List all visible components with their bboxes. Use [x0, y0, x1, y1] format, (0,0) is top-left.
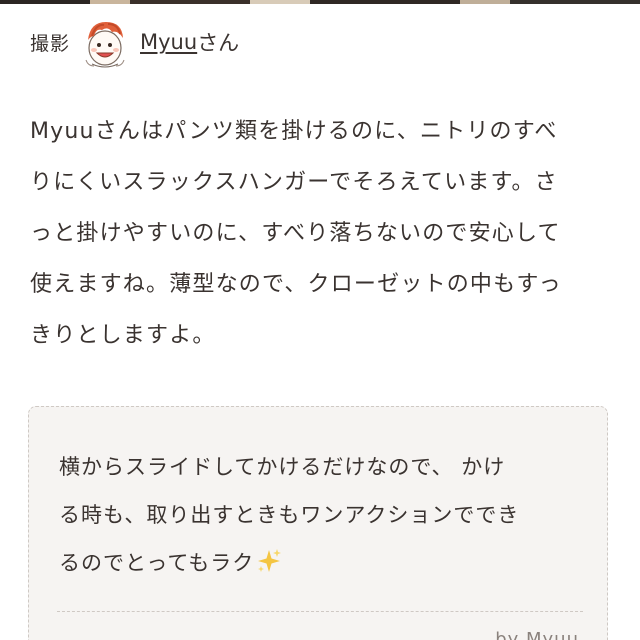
author-link[interactable]: Myuu: [140, 30, 197, 54]
paragraph-line: Myuuさんはパンツ類を掛けるのに、ニトリのすべ: [30, 119, 558, 144]
photo-credit-label: 撮影: [30, 32, 71, 55]
article-paragraph: Myuuさんはパンツ類を掛けるのに、ニトリのすべ りにくいスラックスハンガーでそ…: [30, 106, 610, 361]
cartoon-avatar-icon: [85, 22, 125, 68]
comment-line: る時も、取り出すときもワンアクションででき: [59, 503, 520, 527]
paragraph-line: きりとしますよ。: [30, 323, 216, 348]
paragraph-line: りにくいスラックスハンガーでそろえています。さ: [30, 170, 558, 195]
comment-divider: [57, 611, 583, 612]
comment-attribution: by Myuu: [495, 629, 579, 640]
photo-edge-strip: [0, 0, 640, 4]
photo-credit: 撮影 Myuu さん: [30, 14, 239, 70]
author-honorific: さん: [197, 31, 240, 55]
article-page: 撮影 Myuu さん Myuuさんはパンツ類を掛けるのに、ニトリのすべ りにくい…: [0, 0, 640, 640]
paragraph-line: 使えますね。薄型なので、クローゼットの中もすっ: [30, 272, 562, 297]
sparkles-icon: [258, 549, 282, 572]
comment-line: 横からスライドしてかけるだけなので、 かけ: [59, 455, 506, 479]
user-comment-text: 横からスライドしてかけるだけなので、 かけ る時も、取り出すときもワンアクション…: [59, 443, 584, 587]
user-comment-box: 横からスライドしてかけるだけなので、 かけ る時も、取り出すときもワンアクション…: [28, 406, 608, 640]
paragraph-line: っと掛けやすいのに、すべり落ちないので安心して: [30, 221, 561, 246]
comment-line: るのでとってもラク: [59, 551, 255, 575]
